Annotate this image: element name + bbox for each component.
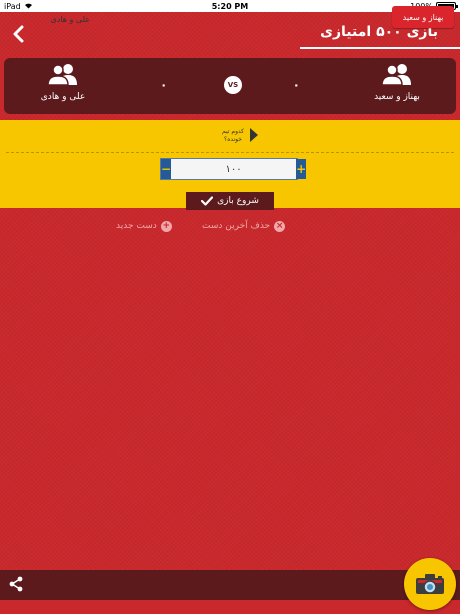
team-right-score: ۰ — [292, 78, 300, 92]
points-input[interactable] — [171, 159, 297, 179]
delete-last-hand-label: حذف آخرین دست — [202, 221, 271, 231]
status-time: 5:20 PM — [211, 1, 249, 11]
minus-button[interactable]: − — [161, 159, 172, 179]
team-left-select-button[interactable]: علی و هادی — [10, 12, 90, 26]
chevron-left-icon — [13, 25, 24, 43]
team-left-score: ۰ — [160, 78, 168, 92]
start-game-button[interactable]: شروع بازی — [186, 192, 274, 210]
wifi-icon — [24, 2, 33, 11]
team-right-name: بهناز و سعید — [374, 92, 420, 102]
team-left: علی و هادی — [18, 62, 108, 102]
start-game-label: شروع بازی — [217, 196, 259, 206]
share-icon — [9, 576, 23, 592]
users-icon — [381, 64, 411, 86]
delete-last-hand-button[interactable]: × حذف آخرین دست — [202, 220, 286, 232]
share-button[interactable] — [8, 576, 24, 592]
close-circle-icon: × — [274, 220, 286, 232]
team-right-select-button[interactable]: بهناز و سعید — [392, 6, 454, 28]
status-bar: iPad 5:20 PM 100% — [0, 0, 460, 12]
vs-badge: VS — [224, 76, 242, 94]
carrier-label: iPad — [4, 1, 21, 11]
plus-button[interactable]: + — [296, 159, 307, 179]
points-stepper: − + — [160, 158, 307, 180]
team-right: بهناز و سعید — [352, 62, 442, 102]
scoreboard: بهناز و سعید ۰ VS ۰ علی و هادی — [4, 58, 456, 114]
check-icon — [201, 196, 214, 206]
new-hand-button[interactable]: + دست جدید — [116, 220, 172, 232]
title-underline — [300, 47, 460, 49]
bottom-bar — [0, 570, 460, 600]
camera-button[interactable] — [404, 558, 456, 610]
dashed-divider — [6, 152, 454, 153]
new-hand-label: دست جدید — [116, 221, 157, 231]
arrow-right-icon — [250, 128, 258, 142]
status-left: iPad — [4, 2, 154, 11]
camera-icon — [416, 574, 444, 594]
users-icon — [47, 64, 77, 86]
team-left-name: علی و هادی — [40, 92, 86, 102]
plus-circle-icon: + — [160, 220, 172, 232]
bottom-strip — [0, 600, 460, 614]
